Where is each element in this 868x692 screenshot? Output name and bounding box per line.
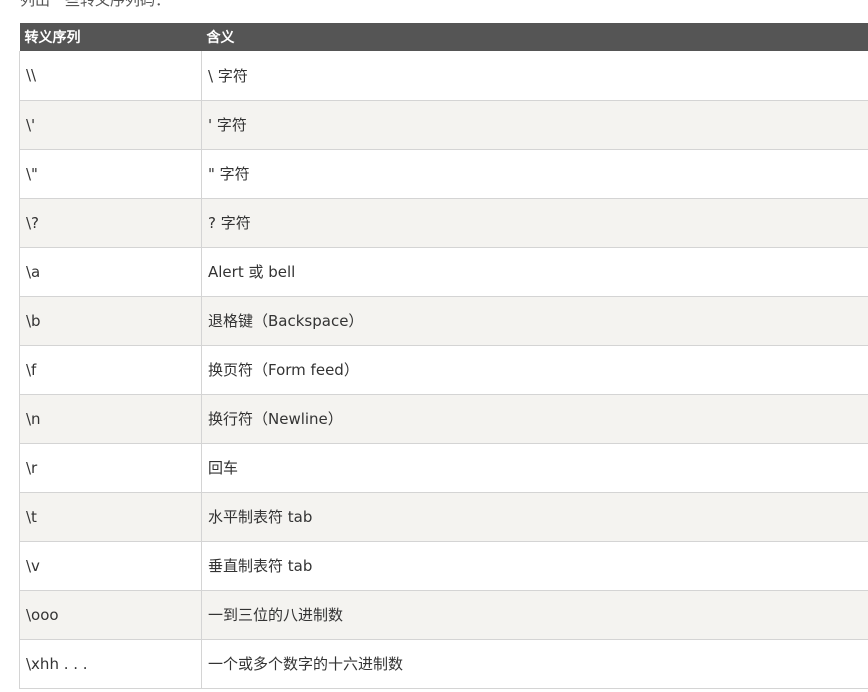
table-header-row: 转义序列 含义 [19, 23, 868, 51]
table-row: \a Alert 或 bell [19, 247, 868, 297]
table-row: \\ \ 字符 [19, 51, 868, 101]
meaning-cell: " 字符 [201, 149, 868, 199]
meaning-cell: 回车 [201, 443, 868, 493]
table-row: \" " 字符 [19, 149, 868, 199]
escape-sequence-cell: \f [19, 345, 202, 395]
meaning-cell: \ 字符 [201, 51, 868, 101]
escape-sequence-cell: \v [19, 541, 202, 591]
table-row: \? ? 字符 [19, 198, 868, 248]
meaning-cell: 一到三位的八进制数 [201, 590, 868, 640]
table-row: \v 垂直制表符 tab [19, 541, 868, 591]
escape-sequence-cell: \ooo [19, 590, 202, 640]
escape-sequence-table: 转义序列 含义 \\ \ 字符 \' ' 字符 \" " 字符 \? ? 字符 [19, 23, 868, 689]
escape-sequence-cell: \? [19, 198, 202, 248]
table-row: \r 回车 [19, 443, 868, 493]
meaning-cell: Alert 或 bell [201, 247, 868, 297]
table-row: \ooo 一到三位的八进制数 [19, 590, 868, 640]
escape-sequence-cell: \' [19, 100, 202, 150]
table-row: \n 换行符（Newline） [19, 394, 868, 444]
table-row: \t 水平制表符 tab [19, 492, 868, 542]
escape-sequence-cell: \\ [19, 51, 202, 101]
meaning-cell: 一个或多个数字的十六进制数 [201, 639, 868, 689]
header-escape-sequence: 转义序列 [19, 23, 202, 51]
escape-sequence-cell: \a [19, 247, 202, 297]
meaning-cell: 换页符（Form feed） [201, 345, 868, 395]
meaning-cell: 垂直制表符 tab [201, 541, 868, 591]
meaning-cell: 退格键（Backspace） [201, 296, 868, 346]
escape-sequence-cell: \n [19, 394, 202, 444]
meaning-cell: ? 字符 [201, 198, 868, 248]
meaning-cell: 水平制表符 tab [201, 492, 868, 542]
meaning-cell: 换行符（Newline） [201, 394, 868, 444]
table-row: \' ' 字符 [19, 100, 868, 150]
table-row: \xhh . . . 一个或多个数字的十六进制数 [19, 639, 868, 689]
escape-sequence-cell: \t [19, 492, 202, 542]
escape-sequence-cell: \" [19, 149, 202, 199]
page: 列出一些转义序列码： 转义序列 含义 \\ \ 字符 \' ' 字符 \" " … [0, 0, 868, 692]
intro-text: 列出一些转义序列码： [20, 0, 171, 9]
meaning-cell: ' 字符 [201, 100, 868, 150]
escape-sequence-cell: \xhh . . . [19, 639, 202, 689]
escape-sequence-cell: \r [19, 443, 202, 493]
table-row: \f 换页符（Form feed） [19, 345, 868, 395]
header-meaning: 含义 [201, 23, 868, 51]
escape-sequence-cell: \b [19, 296, 202, 346]
table-row: \b 退格键（Backspace） [19, 296, 868, 346]
